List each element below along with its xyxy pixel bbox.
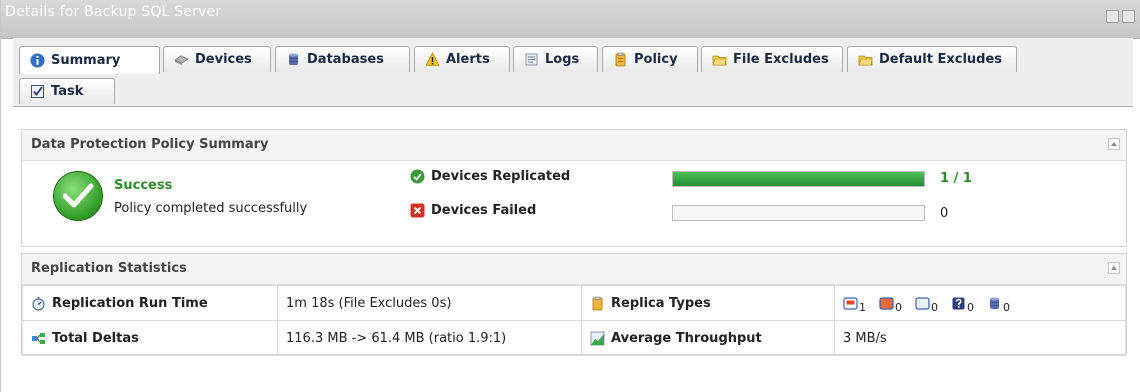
replica-red-icon	[843, 296, 858, 311]
stat-label-cell: Replica Types	[581, 285, 835, 321]
replica-type-blue: 0	[915, 296, 938, 314]
policy-icon	[613, 52, 628, 67]
maximize-button[interactable]	[1106, 10, 1119, 23]
stat-label-cell: Total Deltas	[22, 320, 278, 356]
devices-replicated-progress	[672, 171, 925, 187]
replica-type-orange: 0	[879, 296, 902, 314]
tab-label: Policy	[634, 52, 678, 67]
window-buttons	[1106, 10, 1135, 23]
throughput-value: 3 MB/s	[834, 320, 1126, 356]
devices-failed-progress	[672, 205, 925, 221]
devices-replicated-label: Devices Replicated	[410, 169, 570, 184]
details-window: Details for Backup SQL Server Summary De…	[0, 0, 1140, 392]
replica-type-question: 0	[951, 296, 974, 314]
tab-file-excludes[interactable]: File Excludes	[701, 46, 843, 72]
tab-label: Default Excludes	[879, 52, 1003, 67]
replica-question-icon	[951, 296, 966, 311]
tab-logs[interactable]: Logs	[513, 46, 598, 72]
table-row: Replication Run Time 1m 18s (File Exclud…	[22, 285, 1126, 321]
tab-databases[interactable]: Databases	[275, 46, 410, 72]
tab-label: Task	[51, 84, 84, 99]
database-icon	[286, 52, 301, 67]
devices-failed-label: Devices Failed	[410, 203, 536, 218]
collapse-icon[interactable]	[1108, 138, 1120, 150]
status-description: Policy completed successfully	[114, 201, 308, 216]
folder-icon	[712, 52, 727, 67]
tab-summary[interactable]: Summary	[19, 46, 160, 74]
progress-fill	[673, 172, 924, 186]
panel-title: Data Protection Policy Summary	[31, 137, 269, 152]
total-deltas-value: 116.3 MB -> 61.4 MB (ratio 1.9:1)	[277, 320, 582, 356]
tab-devices[interactable]: Devices	[163, 46, 271, 72]
table-row: Total Deltas 116.3 MB -> 61.4 MB (ratio …	[22, 320, 1126, 356]
tab-task[interactable]: Task	[19, 78, 115, 104]
panel-header[interactable]: Data Protection Policy Summary	[22, 130, 1126, 161]
deltas-icon	[31, 331, 46, 346]
replica-types-value: 1 0 0 0 0	[834, 285, 1126, 321]
summary-content: Data Protection Policy Summary Success P…	[13, 107, 1133, 392]
task-icon	[30, 84, 45, 99]
stat-label-cell: Average Throughput	[581, 320, 835, 356]
tab-label: Summary	[51, 53, 121, 68]
tab-label: Alerts	[446, 52, 490, 67]
tab-label: File Excludes	[733, 52, 829, 67]
window-titlebar[interactable]: Details for Backup SQL Server	[1, 0, 1140, 39]
status-title: Success	[114, 178, 173, 193]
info-icon	[30, 53, 45, 68]
replica-orange-icon	[879, 296, 894, 311]
tab-default-excludes[interactable]: Default Excludes	[847, 46, 1017, 72]
tab-label: Logs	[545, 52, 580, 67]
success-check-icon	[53, 171, 103, 221]
stopwatch-icon	[31, 296, 46, 311]
replica-blue-icon	[915, 296, 930, 311]
policy-summary-panel: Data Protection Policy Summary Success P…	[21, 129, 1127, 247]
tab-label: Databases	[307, 52, 384, 67]
folder-icon	[858, 52, 873, 67]
run-time-label: Replication Run Time	[52, 295, 208, 311]
replica-type-red: 1	[843, 296, 866, 314]
throughput-chart-icon	[590, 331, 605, 346]
replica-database-icon	[987, 296, 1002, 311]
collapse-icon[interactable]	[1108, 262, 1120, 274]
device-icon	[174, 52, 189, 67]
stat-label-cell: Replication Run Time	[22, 285, 278, 321]
replica-icon	[590, 296, 605, 311]
run-time-value: 1m 18s (File Excludes 0s)	[277, 285, 582, 321]
devices-failed-count: 0	[940, 206, 949, 221]
replica-types-label: Replica Types	[611, 295, 711, 311]
tab-label: Devices	[195, 52, 252, 67]
check-circle-icon	[410, 169, 425, 184]
warning-icon	[425, 52, 440, 67]
panel-title: Replication Statistics	[31, 261, 187, 276]
log-icon	[524, 52, 539, 67]
throughput-label: Average Throughput	[611, 330, 762, 346]
total-deltas-label: Total Deltas	[52, 330, 139, 346]
panel-header[interactable]: Replication Statistics	[22, 254, 1126, 285]
replication-stats-panel: Replication Statistics Replication Run T…	[21, 253, 1127, 356]
policy-summary-body: Success Policy completed successfully De…	[22, 161, 1126, 247]
tab-policy[interactable]: Policy	[602, 46, 698, 72]
devices-replicated-count: 1 / 1	[940, 171, 972, 186]
replica-type-database: 0	[987, 296, 1010, 314]
close-button[interactable]	[1122, 10, 1135, 23]
window-title: Details for Backup SQL Server	[5, 4, 222, 20]
error-x-icon	[410, 203, 425, 218]
tab-strip: Summary Devices Databases Alerts Logs Po…	[13, 38, 1133, 107]
stats-table: Replication Run Time 1m 18s (File Exclud…	[22, 285, 1126, 356]
tab-alerts[interactable]: Alerts	[414, 46, 510, 72]
